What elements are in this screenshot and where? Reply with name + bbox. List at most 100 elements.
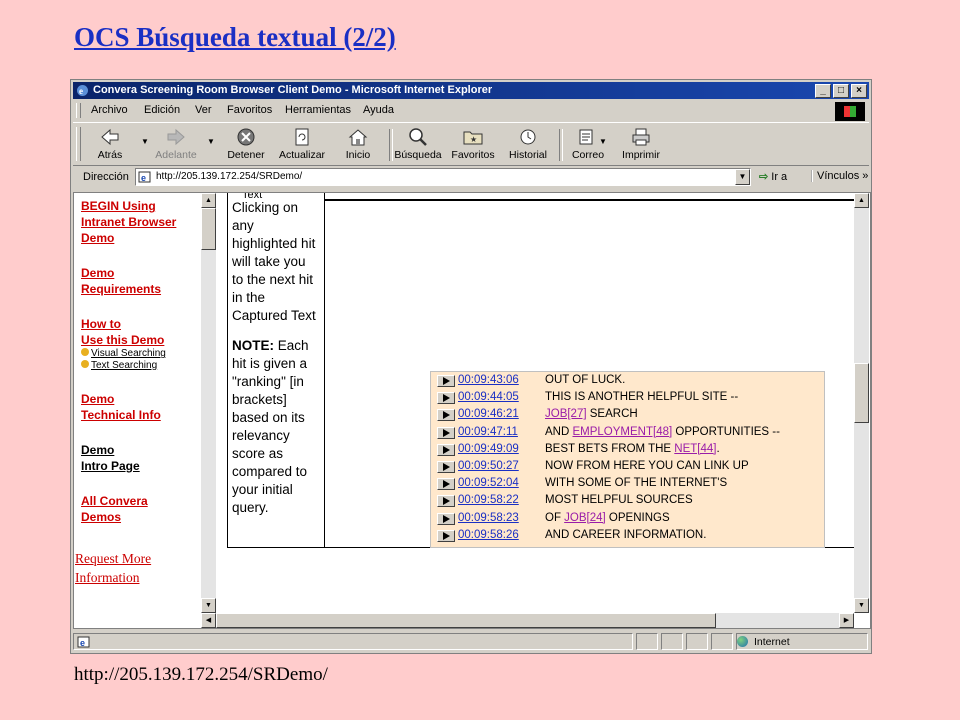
hit-row: 00:09:58:26 AND CAREER INFORMATION. xyxy=(435,528,824,545)
hit-timecode-link[interactable]: 00:09:52:04 xyxy=(458,477,519,489)
address-dropdown-icon[interactable]: ▼ xyxy=(735,169,750,185)
info-cell: Text Clicking on any highlighted hit wil… xyxy=(227,193,325,548)
mail-button[interactable]: Correo xyxy=(563,127,613,165)
hit-timecode-link[interactable]: 00:09:50:27 xyxy=(458,460,519,472)
scroll-thumb[interactable] xyxy=(201,208,216,250)
nav-howto-line1: How to xyxy=(81,317,121,331)
footer-url: http://205.139.172.254/SRDemo/ xyxy=(74,664,328,685)
scroll-down-icon[interactable]: ▼ xyxy=(201,598,216,613)
nav-requirements-link[interactable]: Demo Requirements xyxy=(81,265,161,297)
horizontal-scrollbar[interactable]: ◀ ▶ xyxy=(201,613,854,628)
back-arrow-icon xyxy=(101,128,119,146)
search-button[interactable]: Búsqueda xyxy=(393,127,443,165)
hit-row: 00:09:47:11 AND EMPLOYMENT[48] OPPORTUNIT… xyxy=(435,425,824,442)
menu-archivo[interactable]: Archivo xyxy=(91,104,128,116)
menu-ver[interactable]: Ver xyxy=(195,104,212,116)
toolbar-grip xyxy=(76,127,81,161)
nav-text-searching-link[interactable]: Text Searching xyxy=(81,360,157,372)
hit-timecode-link[interactable]: 00:09:43:06 xyxy=(458,374,519,386)
play-icon[interactable] xyxy=(437,375,455,387)
go-button[interactable]: ⇨ Ir a xyxy=(759,170,787,183)
nav-begin-line2: Intranet Browser xyxy=(81,215,177,229)
hit-timecode-link[interactable]: 00:09:58:23 xyxy=(458,512,519,524)
menu-edicion[interactable]: Edición xyxy=(144,104,180,116)
svg-text:e: e xyxy=(79,86,83,96)
hit-text: AND EMPLOYMENT[48] OPPORTUNITIES -- xyxy=(545,426,780,438)
play-icon[interactable] xyxy=(437,392,455,405)
bullet-icon xyxy=(81,348,89,356)
minimize-button[interactable]: _ xyxy=(815,84,831,98)
menu-ayuda[interactable]: Ayuda xyxy=(363,104,394,116)
print-button[interactable]: Imprimir xyxy=(616,127,666,165)
history-button[interactable]: Historial xyxy=(503,127,553,165)
back-button[interactable]: Atrás xyxy=(85,127,135,165)
hit-row: 00:09:52:04 WITH SOME OF THE INTERNET'S xyxy=(435,476,824,493)
globe-icon xyxy=(737,636,748,647)
nav-convera-link[interactable]: All Convera Demos xyxy=(81,493,148,525)
home-button[interactable]: Inicio xyxy=(333,127,383,165)
right-frame-scrollbar[interactable]: ▲ ▼ xyxy=(854,193,869,613)
hit-timecode-link[interactable]: 00:09:58:22 xyxy=(458,494,519,506)
nav-convera-line2: Demos xyxy=(81,510,122,524)
nav-howto-link[interactable]: How to Use this Demo xyxy=(81,316,164,348)
scroll-up-icon[interactable]: ▲ xyxy=(854,193,869,208)
links-button[interactable]: Vínculos » xyxy=(811,170,868,182)
forward-dropdown-icon[interactable]: ▼ xyxy=(207,137,215,146)
favorites-button[interactable]: ★ Favoritos xyxy=(448,127,498,165)
maximize-button[interactable]: □ xyxy=(833,84,849,98)
h-scroll-thumb[interactable] xyxy=(216,613,716,628)
print-label: Imprimir xyxy=(622,149,660,161)
hit-timecode-link[interactable]: 00:09:49:09 xyxy=(458,443,519,455)
hit-row: 00:09:44:05 THIS IS ANOTHER HELPFUL SITE … xyxy=(435,390,824,407)
scroll-thumb[interactable] xyxy=(854,363,869,423)
mail-dropdown-icon[interactable]: ▼ xyxy=(599,137,607,146)
hit-keyword-link[interactable]: NET[44] xyxy=(674,443,716,455)
left-nav-frame: BEGIN Using Intranet Browser Demo Demo R… xyxy=(74,193,201,613)
scroll-left-icon[interactable]: ◀ xyxy=(201,613,216,628)
slide-title[interactable]: OCS Búsqueda textual (2/2) xyxy=(74,22,396,53)
menu-herramientas[interactable]: Herramientas xyxy=(285,104,351,116)
status-pane-4 xyxy=(686,633,708,650)
play-icon[interactable] xyxy=(437,529,455,542)
address-label: Dirección xyxy=(83,171,129,183)
go-arrow-icon: ⇨ xyxy=(759,171,769,183)
play-icon[interactable] xyxy=(437,495,455,508)
request-line1: Request More xyxy=(75,551,152,566)
nav-visual-label: Visual Searching xyxy=(91,348,166,359)
play-icon[interactable] xyxy=(437,443,455,456)
hit-timecode-link[interactable]: 00:09:47:11 xyxy=(458,426,518,438)
stop-button[interactable]: Detener xyxy=(221,127,271,165)
hit-timecode-link[interactable]: 00:09:46:21 xyxy=(458,408,519,420)
nav-technical-link[interactable]: Demo Technical Info xyxy=(81,391,161,423)
hit-timecode-link[interactable]: 00:09:44:05 xyxy=(458,391,519,403)
play-icon[interactable] xyxy=(437,478,455,491)
close-button[interactable]: × xyxy=(851,84,867,98)
nav-intro-link[interactable]: Demo Intro Page xyxy=(81,442,140,474)
hit-keyword-link[interactable]: JOB[24] xyxy=(564,512,606,524)
nav-visual-searching-link[interactable]: Visual Searching xyxy=(81,348,166,360)
hit-keyword-link[interactable]: EMPLOYMENT[48] xyxy=(572,426,672,438)
menu-favoritos[interactable]: Favoritos xyxy=(227,104,272,116)
play-icon[interactable] xyxy=(437,512,455,525)
play-icon[interactable] xyxy=(437,409,455,422)
back-dropdown-icon[interactable]: ▼ xyxy=(141,137,149,146)
note-label: NOTE: xyxy=(232,338,274,353)
play-icon[interactable] xyxy=(437,426,455,439)
request-info-link[interactable]: Request More Information xyxy=(75,549,151,587)
hit-keyword-link[interactable]: JOB[27] xyxy=(545,408,587,420)
left-frame-scrollbar[interactable]: ▲ ▼ xyxy=(201,193,216,613)
page-icon: e xyxy=(138,171,151,183)
nav-begin-link[interactable]: BEGIN Using Intranet Browser Demo xyxy=(81,198,176,246)
home-label: Inicio xyxy=(345,149,371,161)
hit-row: 00:09:58:23 OF JOB[24] OPENINGS xyxy=(435,511,824,528)
scroll-right-icon[interactable]: ▶ xyxy=(839,613,854,628)
play-icon[interactable] xyxy=(437,461,455,473)
refresh-button[interactable]: Actualizar xyxy=(277,127,327,165)
hit-row: 00:09:46:21 JOB[27] SEARCH xyxy=(435,407,824,424)
scroll-down-icon[interactable]: ▼ xyxy=(854,598,869,613)
scroll-up-icon[interactable]: ▲ xyxy=(201,193,216,208)
svg-text:★: ★ xyxy=(470,135,477,144)
hit-timecode-link[interactable]: 00:09:58:26 xyxy=(458,529,519,541)
address-input[interactable]: e http://205.139.172.254/SRDemo/ ▼ xyxy=(135,168,751,186)
forward-button[interactable]: Adelante xyxy=(151,127,201,165)
